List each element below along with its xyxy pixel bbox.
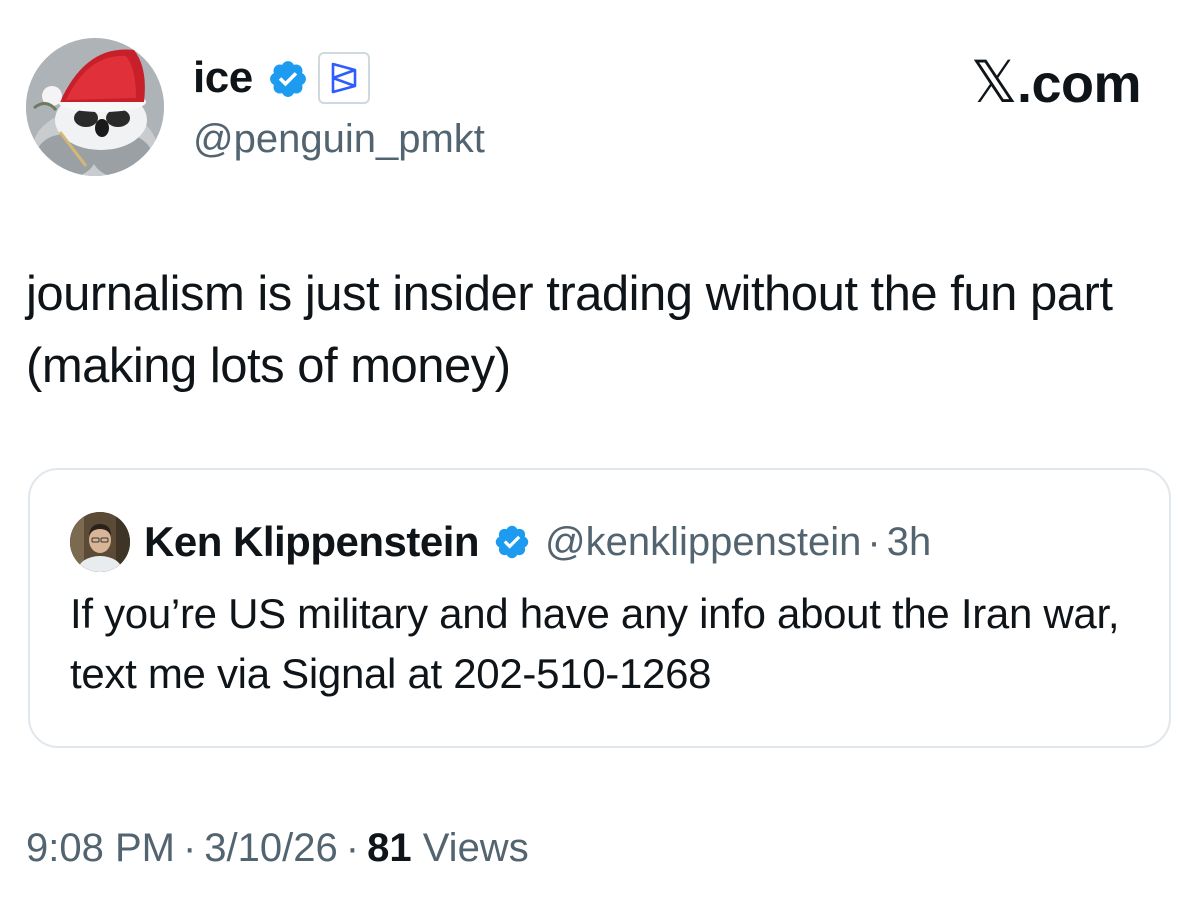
separator-dot: · (182, 826, 197, 870)
polymarket-affiliate-icon (331, 62, 357, 94)
separator-dot: · (867, 520, 881, 564)
x-domain-suffix: .com (1016, 54, 1142, 114)
profile-photo-avatar (70, 512, 130, 572)
separator-dot: · (345, 826, 360, 870)
author-display-name[interactable]: ice (193, 50, 253, 106)
quote-author-avatar[interactable] (70, 512, 130, 572)
views-label: Views (422, 826, 529, 870)
views-count: 81 (367, 826, 412, 870)
author-avatar[interactable] (26, 38, 164, 176)
verified-badge-icon (270, 61, 306, 97)
quote-text: If you’re US military and have any info … (70, 590, 1120, 697)
quoted-tweet-card[interactable]: Ken Klippenstein @kenklippenstein · 3h I… (28, 468, 1171, 748)
penguin-santa-hat-avatar (26, 38, 164, 176)
author-handle[interactable]: @penguin_pmkt (193, 112, 485, 166)
affiliate-badge[interactable] (318, 52, 370, 104)
tweet-footer: 9:08 PM · 3/10/26 · 81 Views (26, 820, 529, 876)
quote-timestamp[interactable]: 3h (887, 514, 932, 570)
tweet-time[interactable]: 9:08 PM (26, 826, 175, 870)
tweet-date[interactable]: 3/10/26 (204, 826, 337, 870)
x-com-watermark: 𝕏.com (971, 52, 1142, 114)
quote-header: Ken Klippenstein @kenklippenstein · 3h (144, 514, 931, 570)
quote-author-name[interactable]: Ken Klippenstein (144, 514, 480, 570)
quote-author-handle[interactable]: @kenklippenstein (545, 514, 861, 570)
tweet-text: journalism is just insider trading witho… (26, 267, 1113, 393)
x-logo-icon: 𝕏 (970, 48, 1018, 116)
verified-badge-icon (495, 525, 529, 559)
